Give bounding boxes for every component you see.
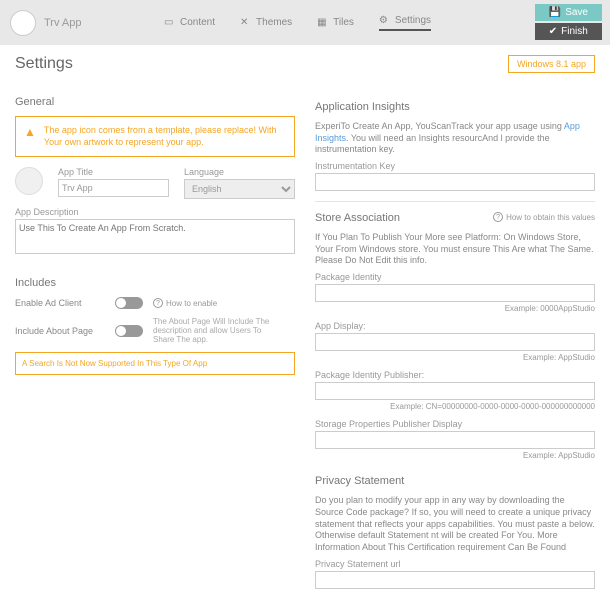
nav-settings[interactable]: ⚙Settings [379, 15, 431, 31]
store-desc: If You Plan To Publish Your More see Pla… [315, 232, 595, 267]
how-to-enable-link[interactable]: ?How to enable [153, 298, 217, 308]
about-page-toggle[interactable] [115, 325, 143, 337]
gear-icon: ⚙ [379, 15, 391, 27]
app-display-input[interactable] [315, 333, 595, 351]
publisher-display-input[interactable] [315, 431, 595, 449]
icon-warning: ▲ The app icon comes from a template, pl… [15, 116, 295, 157]
description-input[interactable] [15, 219, 295, 254]
nav-content[interactable]: ▭Content [164, 15, 215, 31]
nav-tiles[interactable]: ▦Tiles [317, 15, 354, 31]
save-button[interactable]: 💾Save [535, 4, 602, 21]
themes-icon: ✕ [240, 17, 252, 29]
insights-heading: Application Insights [315, 101, 595, 113]
app-icon-preview[interactable] [15, 167, 43, 195]
about-page-label: Include About Page [15, 326, 105, 336]
privacy-url-input[interactable] [315, 571, 595, 589]
app-title-label: App Title [58, 167, 169, 177]
description-label: App Description [15, 207, 295, 217]
help-icon: ? [493, 212, 503, 222]
page-title: Settings [15, 55, 73, 73]
search-info: A Search Is Not Now Supported In This Ty… [15, 352, 295, 375]
store-heading: Store Association ?How to obtain this va… [315, 212, 595, 224]
help-icon: ? [153, 298, 163, 308]
app-display-example: Example: AppStudio [315, 353, 595, 362]
app-logo [10, 10, 36, 36]
privacy-heading: Privacy Statement [315, 475, 595, 487]
instrumentation-key-input[interactable] [315, 173, 595, 191]
nav-themes[interactable]: ✕Themes [240, 15, 292, 31]
app-title-input[interactable] [58, 179, 169, 197]
publisher-example: Example: CN=00000000-0000-0000-0000-0000… [315, 402, 595, 411]
language-label: Language [184, 167, 295, 177]
ad-client-label: Enable Ad Client [15, 298, 105, 308]
pkg-identity-label: Package Identity [315, 272, 595, 282]
publisher-input[interactable] [315, 382, 595, 400]
save-icon: 💾 [549, 7, 561, 18]
publisher-display-example: Example: AppStudio [315, 451, 595, 460]
pkg-identity-input[interactable] [315, 284, 595, 302]
includes-heading: Includes [15, 277, 295, 289]
app-display-label: App Display: [315, 321, 595, 331]
pkg-identity-example: Example: 0000AppStudio [315, 304, 595, 313]
finish-button[interactable]: ✔Finish [535, 23, 602, 40]
ad-client-toggle[interactable] [115, 297, 143, 309]
publisher-display-label: Storage Properties Publisher Display [315, 419, 595, 429]
publisher-label: Package Identity Publisher: [315, 370, 595, 380]
general-heading: General [15, 96, 295, 108]
check-icon: ✔ [549, 26, 557, 37]
content-icon: ▭ [164, 17, 176, 29]
privacy-desc: Do you plan to modify your app in any wa… [315, 495, 595, 553]
warning-icon: ▲ [24, 125, 36, 148]
privacy-url-label: Privacy Statement url [315, 559, 595, 569]
insights-desc: ExperiTo Create An App, YouScanTrack you… [315, 121, 595, 156]
instrumentation-key-label: Instrumentation Key [315, 161, 595, 171]
platform-badge: Windows 8.1 app [508, 55, 595, 73]
about-page-desc: The About Page Will Include The descript… [153, 317, 273, 344]
top-bar: Trv App ▭Content ✕Themes ▦Tiles ⚙Setting… [0, 0, 610, 45]
how-to-obtain-link[interactable]: ?How to obtain this values [493, 212, 595, 222]
language-select[interactable]: English [184, 179, 295, 199]
tiles-icon: ▦ [317, 17, 329, 29]
main-nav: ▭Content ✕Themes ▦Tiles ⚙Settings [164, 15, 431, 31]
app-name: Trv App [44, 17, 124, 29]
